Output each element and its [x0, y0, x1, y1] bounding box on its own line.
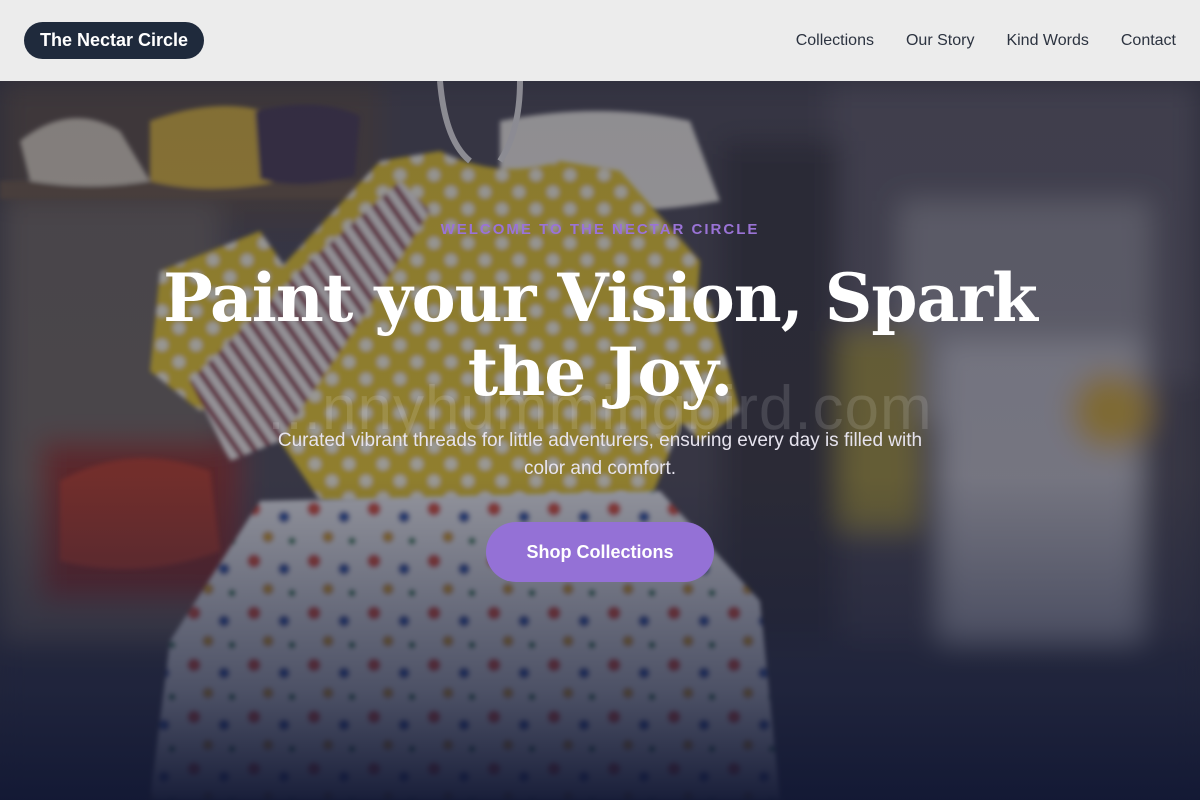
nav-link-contact[interactable]: Contact	[1121, 32, 1176, 50]
main-nav: Collections Our Story Kind Words Contact	[764, 32, 1176, 50]
shop-collections-button[interactable]: Shop Collections	[486, 522, 714, 582]
nav-link-collections[interactable]: Collections	[796, 32, 874, 50]
hero-headline: Paint your Vision, Spark the Joy.	[163, 259, 1038, 411]
site-header: The Nectar Circle Collections Our Story …	[0, 0, 1200, 81]
hero-eyebrow: WELCOME TO THE NECTAR CIRCLE	[440, 221, 760, 238]
hero-subtext: Curated vibrant threads for little adven…	[277, 430, 923, 479]
brand-logo[interactable]: The Nectar Circle	[24, 22, 205, 59]
hero-section: ...nnyhummingbird.com WELCOME TO THE NEC…	[0, 81, 1200, 800]
nav-link-our-story[interactable]: Our Story	[906, 32, 974, 50]
nav-link-kind-words[interactable]: Kind Words	[1006, 32, 1088, 50]
